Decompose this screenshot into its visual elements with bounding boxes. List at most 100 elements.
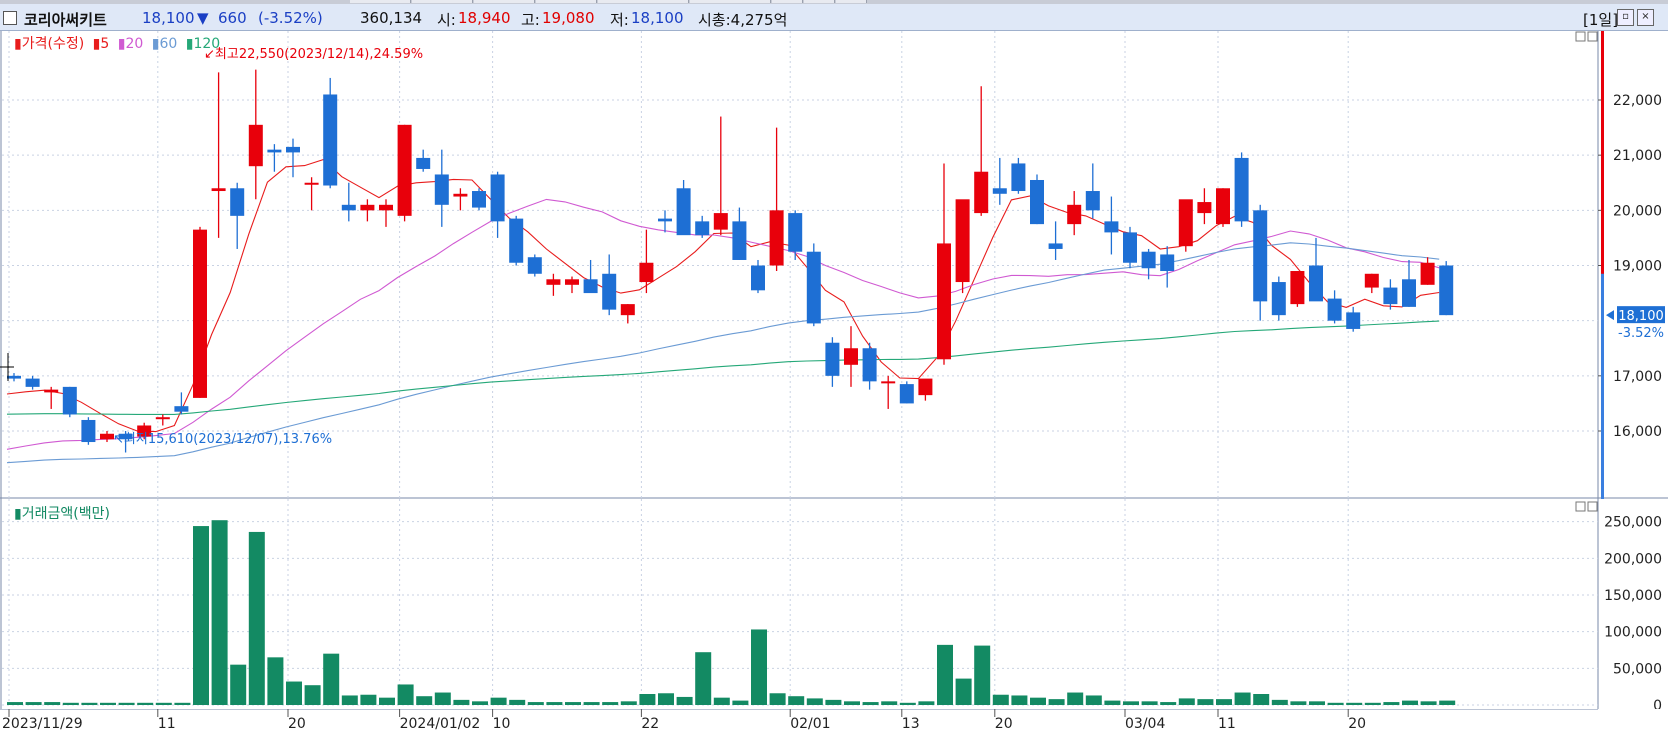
candle-body (583, 279, 598, 294)
restore-icon[interactable]: ▫ (1617, 9, 1634, 26)
y-tick-label: 200,000 (1604, 551, 1662, 567)
down-arrow-icon: ▼ (197, 9, 209, 27)
volume-bar (267, 657, 284, 705)
y-tick-label: 0 (1653, 698, 1662, 709)
volume-bar (1160, 702, 1177, 705)
volume-bar (1085, 695, 1102, 705)
volume-chart[interactable]: 250,000 200,000 150,000 100,000 50,000 0 (0, 499, 1668, 709)
volume-bar (1309, 701, 1325, 705)
panel-close-icon (1587, 501, 1598, 512)
high-annotation: ↙최고22,550(2023/12/14),24.59% (204, 47, 423, 62)
volume-bar (751, 629, 767, 705)
candle-body (844, 348, 858, 365)
candle-body (788, 213, 803, 252)
candle-body (453, 193, 468, 197)
volume-bar (639, 694, 656, 705)
period-label[interactable]: [1일] (1583, 9, 1618, 30)
y-tick-label: 100,000 (1604, 625, 1662, 641)
ma20-line (6, 198, 1440, 450)
candle-body (713, 213, 728, 230)
x-tick-label: 02/01 (790, 716, 830, 732)
volume-bar (1216, 699, 1232, 705)
candle-body (1030, 179, 1044, 225)
volume-bar (1234, 692, 1251, 705)
volume-bar (565, 702, 581, 705)
y-tick-label: 250,000 (1604, 515, 1662, 531)
candle-body (732, 221, 747, 260)
x-tick-label: 11 (158, 716, 176, 732)
x-tick-label: 2024/01/02 (400, 716, 481, 732)
toolbar-tab[interactable] (536, 0, 597, 3)
toolbar-tab[interactable] (412, 0, 473, 3)
volume-bar (1346, 702, 1363, 705)
candle-body (955, 199, 970, 283)
volume-bar (1067, 692, 1084, 705)
volume-bar (137, 702, 154, 705)
low-price: 18,100 (631, 9, 684, 27)
volume-bar (1271, 699, 1288, 705)
candle-body (1160, 254, 1175, 272)
volume-bar (732, 700, 749, 705)
candle-body (1216, 188, 1230, 225)
current-pct-text: -3.52% (1618, 326, 1664, 341)
candle-body (193, 229, 207, 398)
candle-body (155, 417, 170, 420)
candle-body (881, 381, 896, 384)
candle-body (1104, 221, 1119, 233)
toolbar-tab[interactable] (474, 0, 535, 3)
candle-body (825, 342, 840, 376)
ma60-label: 60 (159, 36, 178, 52)
volume-bar (844, 701, 860, 705)
candle-body (1048, 243, 1063, 249)
volume-bar (416, 696, 433, 705)
price-chart[interactable]: 22,000 21,000 20,000 19,000 17,000 16,000 ↙최고2… (0, 31, 1668, 499)
candle-body (1327, 298, 1342, 321)
toolbar-tab[interactable] (804, 0, 835, 3)
candle-body (472, 191, 486, 208)
candle-body (1011, 163, 1026, 192)
toolbar-tab[interactable] (690, 0, 771, 3)
high-label: 고: (521, 11, 540, 29)
x-tick-label: 20 (995, 716, 1013, 732)
candle-body (1141, 251, 1156, 269)
candle-body (1085, 191, 1100, 211)
volume-bar (1123, 701, 1139, 705)
ma20-label: 20 (125, 36, 144, 52)
toolbar-tab[interactable] (350, 0, 411, 3)
candle-body (658, 218, 672, 222)
candle-body (62, 386, 77, 415)
candle-body (304, 182, 319, 185)
candle-body (1346, 312, 1361, 329)
candle-body (620, 304, 635, 316)
candle-body (1420, 262, 1435, 285)
quote-header: 코리아써키트 18,100 ▼ 660 (-3.52%) 360,134 시: … (0, 4, 1668, 31)
volume-bar (937, 644, 953, 705)
volume-bar (713, 697, 730, 705)
candle-body (862, 348, 877, 382)
y-tick-label: 20,000 (1613, 203, 1662, 219)
close-icon[interactable]: × (1637, 9, 1654, 26)
volume-bar (100, 702, 116, 705)
volume-bar (453, 699, 470, 705)
stock-name: 코리아써키트 (24, 11, 107, 29)
open-price: 18,940 (458, 9, 511, 27)
toolbar-tab[interactable] (772, 0, 803, 3)
candle-body (1439, 265, 1454, 316)
candle-body (44, 389, 59, 393)
price-chart-panel[interactable]: 22,000 21,000 20,000 19,000 17,000 16,000 ↙최고2… (0, 31, 1668, 499)
volume-bar (1327, 702, 1344, 705)
window-controls: ▫ × (1617, 9, 1654, 26)
candle-body (397, 124, 412, 216)
toolbar-tab[interactable] (836, 0, 867, 3)
volume-chart-panel[interactable]: 250,000 200,000 150,000 100,000 50,000 0 ▮거래금… (0, 499, 1662, 709)
ma60-line (6, 242, 1440, 464)
volume-bar (1364, 702, 1381, 705)
y-tick-label: 17,000 (1613, 369, 1662, 385)
panel-close-icon (1587, 31, 1598, 42)
volume-bar (1253, 694, 1270, 705)
toolbar-tab[interactable] (598, 0, 689, 3)
candle-body (1383, 287, 1398, 305)
volume-bar (546, 702, 563, 705)
volume-bar (676, 696, 693, 705)
select-checkbox[interactable] (3, 11, 17, 25)
